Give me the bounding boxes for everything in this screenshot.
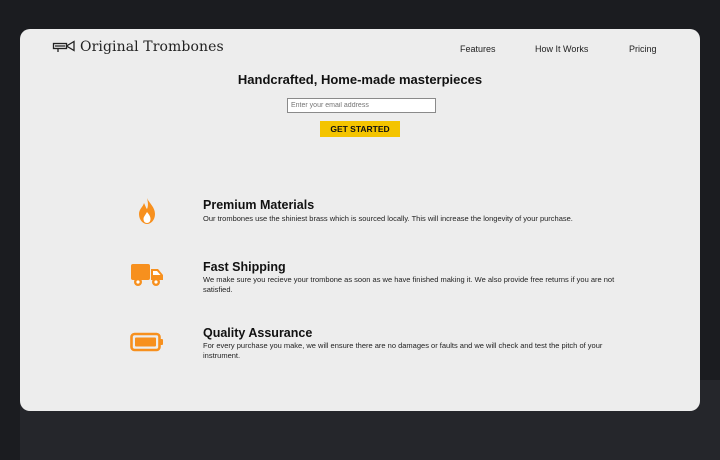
hero-headline: Handcrafted, Home-made masterpieces bbox=[237, 72, 483, 87]
get-started-button[interactable]: GET STARTED bbox=[320, 121, 400, 137]
nav-features[interactable]: Features bbox=[460, 44, 496, 54]
feature-description: We make sure you recieve your trombone a… bbox=[203, 275, 615, 294]
feature-title: Quality Assurance bbox=[203, 326, 313, 340]
email-input[interactable] bbox=[287, 98, 436, 113]
landing-page-card: Original Trombones Features How It Works… bbox=[20, 29, 700, 411]
feature-description: Our trombones use the shiniest brass whi… bbox=[203, 214, 573, 223]
feature-description: For every purchase you make, we will ens… bbox=[203, 341, 603, 360]
feature-title: Fast Shipping bbox=[203, 260, 286, 274]
brand-logo[interactable]: Original Trombones bbox=[52, 39, 224, 55]
flame-icon bbox=[139, 198, 155, 224]
feature-premium-materials: Premium Materials Our trombones use the … bbox=[20, 194, 700, 234]
battery-icon bbox=[130, 332, 163, 352]
feature-fast-shipping: Fast Shipping We make sure you recieve y… bbox=[20, 257, 700, 302]
nav-pricing[interactable]: Pricing bbox=[629, 44, 657, 54]
brand-name: Original Trombones bbox=[80, 39, 224, 55]
trombone-icon bbox=[52, 40, 75, 52]
feature-quality-assurance: Quality Assurance For every purchase you… bbox=[20, 325, 700, 370]
truck-icon bbox=[131, 264, 163, 286]
feature-title: Premium Materials bbox=[203, 198, 315, 212]
nav-how-it-works[interactable]: How It Works bbox=[535, 44, 588, 54]
